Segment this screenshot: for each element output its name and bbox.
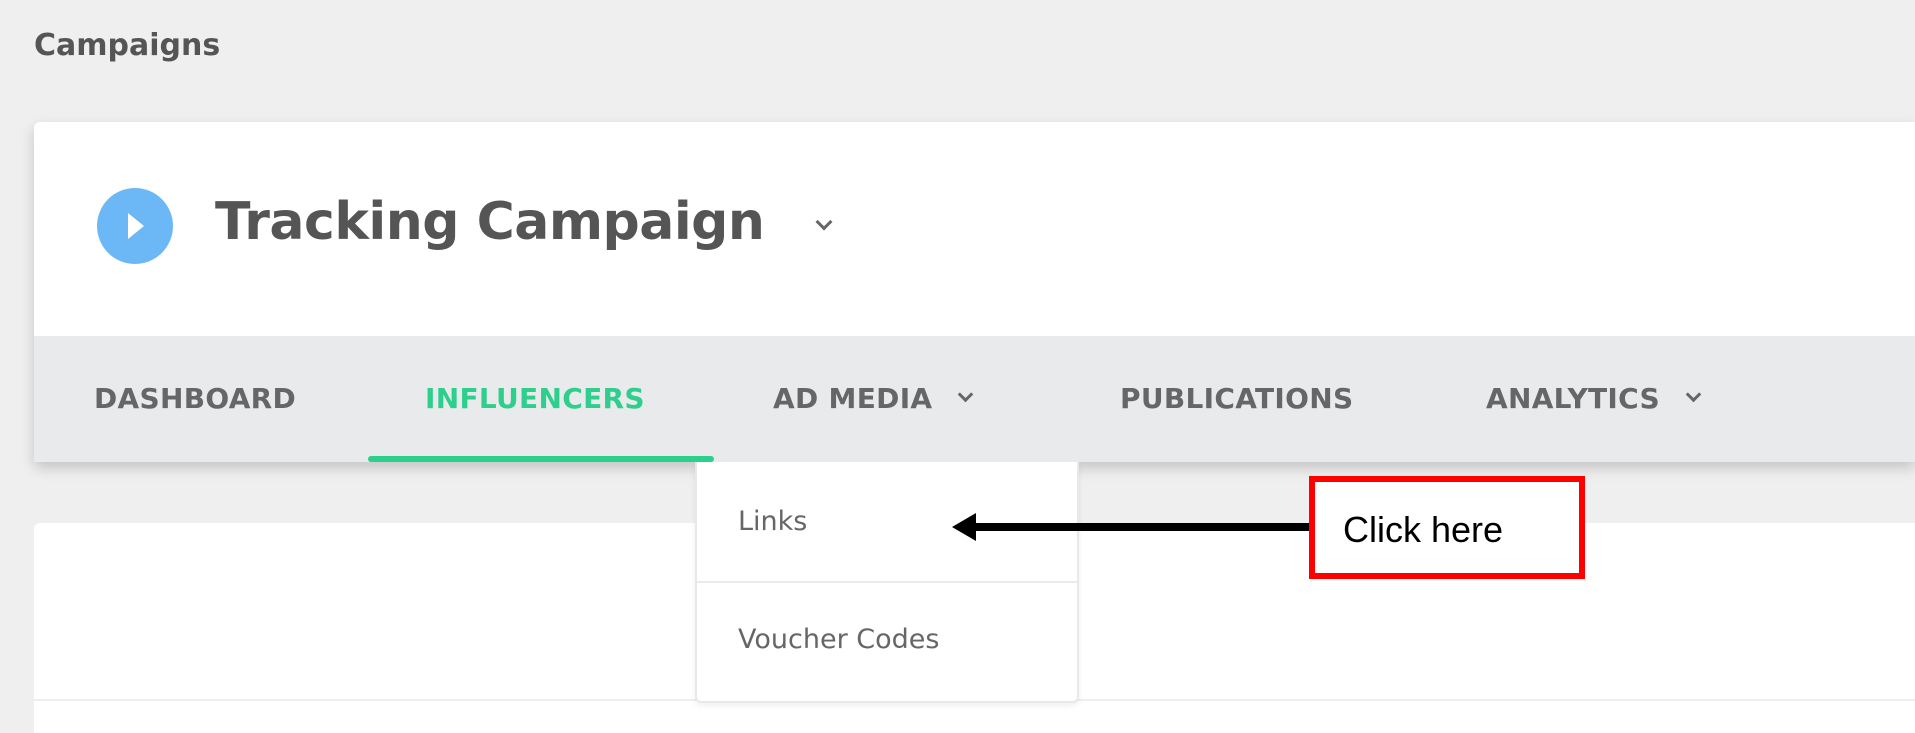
play-circle-icon <box>97 188 173 264</box>
tab-label: INFLUENCERS <box>425 382 645 415</box>
menu-item-links[interactable]: Links <box>738 506 807 537</box>
tab-dashboard[interactable]: DASHBOARD <box>94 382 296 415</box>
chevron-down-icon <box>958 386 974 403</box>
annotation-arrow <box>968 523 1310 531</box>
tab-ad-media[interactable]: AD MEDIA <box>773 382 974 415</box>
tab-label: ANALYTICS <box>1486 382 1660 415</box>
tab-publications[interactable]: PUBLICATIONS <box>1120 382 1353 415</box>
tab-influencers[interactable]: INFLUENCERS <box>425 382 645 415</box>
chevron-down-icon <box>1685 386 1702 403</box>
menu-divider <box>697 581 1077 583</box>
menu-item-voucher-codes[interactable]: Voucher Codes <box>738 624 939 655</box>
active-tab-indicator <box>368 456 714 462</box>
tab-analytics[interactable]: ANALYTICS <box>1486 382 1702 415</box>
tab-label: DASHBOARD <box>94 382 297 415</box>
tab-label: AD MEDIA <box>773 382 933 415</box>
page-title: Campaigns <box>34 28 221 63</box>
callout-text: Click here <box>1343 509 1504 550</box>
tab-label: PUBLICATIONS <box>1120 382 1354 415</box>
ad-media-dropdown-menu: Links Voucher Codes <box>695 462 1079 703</box>
arrow-left-icon <box>952 513 976 541</box>
annotation-callout: Click here <box>1309 476 1585 579</box>
campaign-title[interactable]: Tracking Campaign <box>215 192 765 252</box>
